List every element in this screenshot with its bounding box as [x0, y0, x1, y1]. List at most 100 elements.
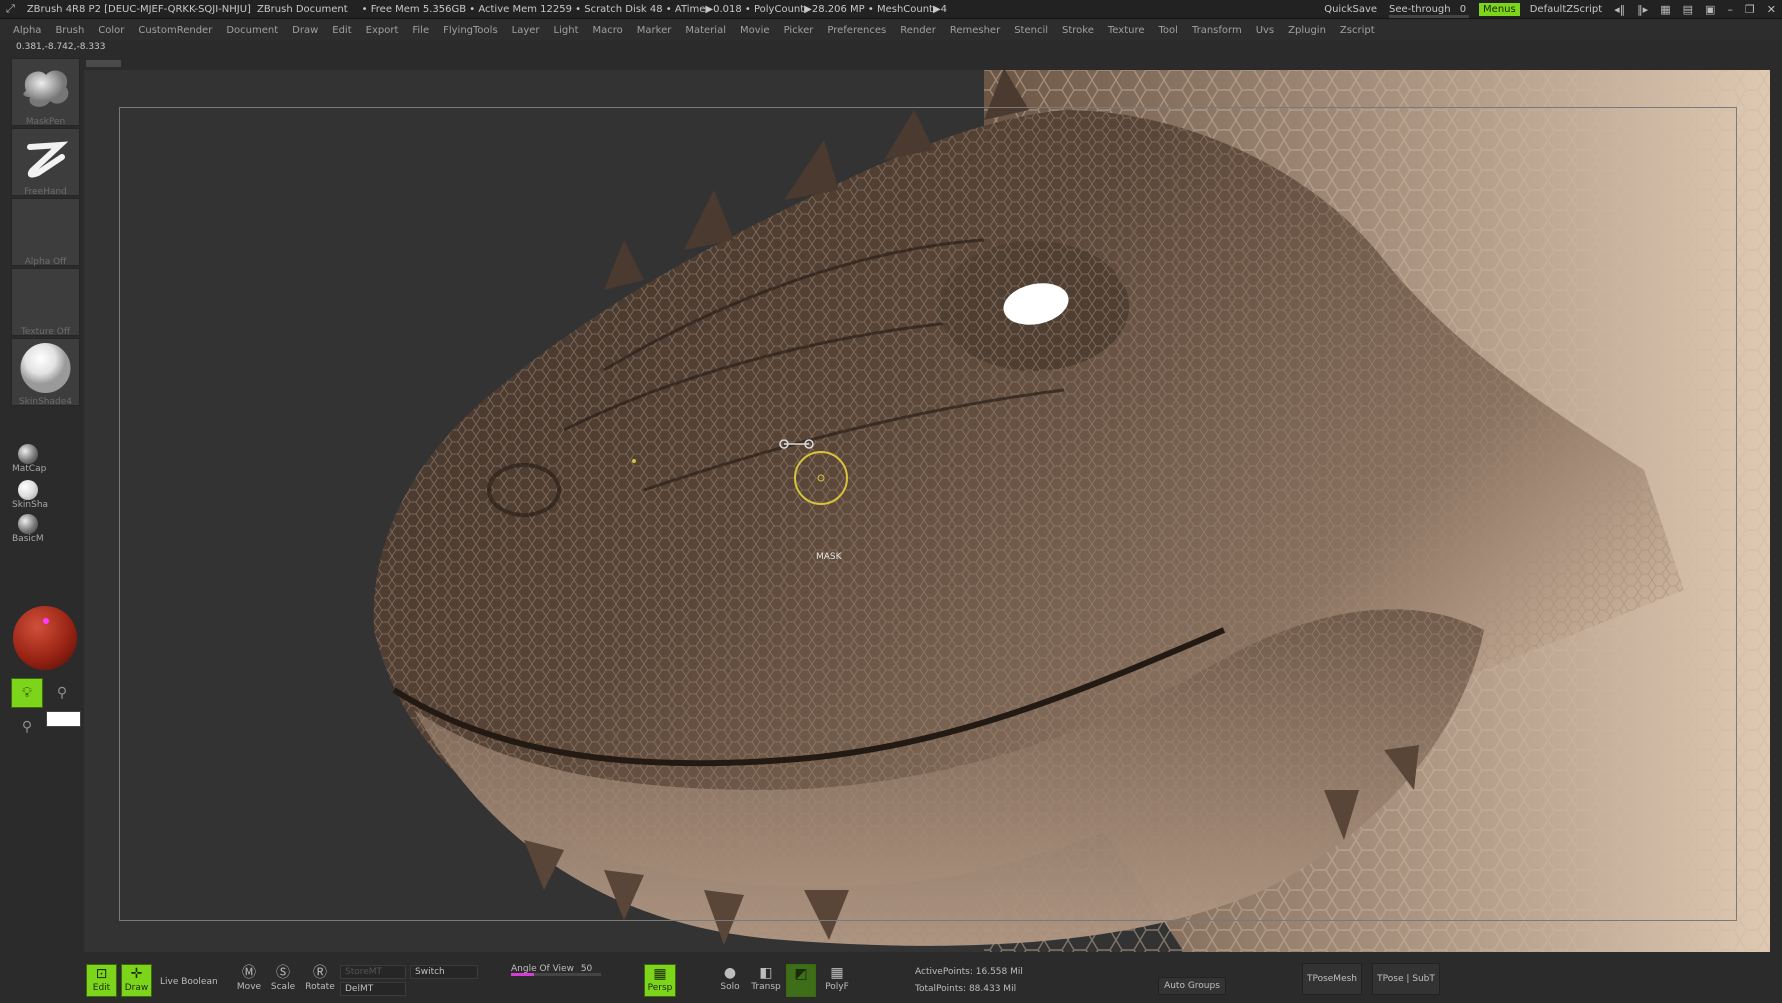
tpose-mesh-button[interactable]: TPoseMesh [1302, 963, 1362, 995]
menu-customrender[interactable]: CustomRender [138, 25, 212, 36]
menus-toggle-button[interactable]: Menus [1479, 3, 1520, 16]
menu-movie[interactable]: Movie [740, 25, 770, 36]
draw-icon: ✛ [130, 966, 143, 982]
switch-button[interactable]: Switch [410, 965, 478, 979]
material-selector[interactable]: SkinShade4 [11, 338, 80, 407]
seethrough-slider[interactable]: See-through 0 [1389, 4, 1470, 18]
alpha-selector[interactable]: Alpha Off [11, 198, 80, 267]
close-icon[interactable]: ✕ [1767, 3, 1776, 16]
menu-draw[interactable]: Draw [292, 25, 318, 36]
stroke-label: FreeHand [24, 187, 67, 197]
viewport-canvas[interactable]: MASK [84, 70, 1770, 952]
light-toggle-on[interactable]: 💡︎ [11, 678, 43, 708]
seethrough-label: See-through [1389, 4, 1451, 15]
bottom-shelf: ⊡ Edit ✛ Draw Live Boolean Ⓜ Move Ⓢ Scale Ⓡ R… [0, 955, 1782, 1003]
rotate-icon: Ⓡ [313, 965, 327, 981]
matcap-label: MatCap [12, 464, 47, 474]
rotate-label: Rotate [305, 982, 335, 992]
active-points-readout: ActivePoints: 16.558 Mil [915, 967, 1023, 977]
menu-macro[interactable]: Macro [593, 25, 623, 36]
layout-next-icon[interactable]: ‖▸ [1637, 3, 1648, 16]
menu-zscript[interactable]: Zscript [1340, 25, 1375, 36]
freehand-stroke-icon [27, 141, 69, 178]
color-picker[interactable] [13, 606, 77, 670]
texture-selector[interactable]: Texture Off [11, 268, 80, 337]
tray-tab[interactable] [86, 60, 121, 67]
scale-button[interactable]: Ⓢ Scale [268, 964, 298, 997]
menu-brush[interactable]: Brush [55, 25, 84, 36]
texture-label: Texture Off [20, 327, 71, 337]
ghost-toggle-button[interactable]: ◩ [786, 964, 816, 997]
edit-label: Edit [92, 983, 111, 993]
menu-flyingtools[interactable]: FlyingTools [443, 25, 498, 36]
seethrough-value: 0 [1459, 4, 1467, 15]
menu-layer[interactable]: Layer [512, 25, 540, 36]
lock-icon[interactable]: ▣ [1705, 3, 1715, 16]
menu-transform[interactable]: Transform [1192, 25, 1242, 36]
menu-color[interactable]: Color [98, 25, 124, 36]
tpose-subt-button[interactable]: TPose | SubT [1372, 963, 1440, 995]
left-shelf: MaskPen FreeHand Alpha Off Texture Off S… [0, 52, 84, 952]
menu-tool[interactable]: Tool [1159, 25, 1178, 36]
menu-stroke[interactable]: Stroke [1062, 25, 1094, 36]
zbrush-logo-icon: ⤢ [6, 2, 15, 15]
default-zscript-button[interactable]: DefaultZScript [1530, 4, 1602, 15]
stroke-selector[interactable]: FreeHand [11, 128, 80, 197]
move-button[interactable]: Ⓜ Move [234, 964, 264, 997]
edit-button[interactable]: ⊡ Edit [86, 964, 117, 997]
menu-uvs[interactable]: Uvs [1256, 25, 1274, 36]
ghost-icon: ◩ [794, 966, 808, 982]
restore-icon[interactable]: ❐ [1745, 3, 1755, 16]
menu-render[interactable]: Render [900, 25, 936, 36]
menu-picker[interactable]: Picker [784, 25, 814, 36]
menu-remesher[interactable]: Remesher [950, 25, 1000, 36]
menu-material[interactable]: Material [685, 25, 726, 36]
persp-button[interactable]: ▦ Persp [644, 964, 676, 997]
menu-document[interactable]: Document [226, 25, 278, 36]
draw-button[interactable]: ✛ Draw [121, 964, 152, 997]
skinshade-material[interactable]: SkinSha [12, 480, 52, 510]
menu-marker[interactable]: Marker [637, 25, 672, 36]
polyf-button[interactable]: ▦ PolyF [820, 964, 854, 997]
menu-preferences[interactable]: Preferences [827, 25, 886, 36]
brush-selector[interactable]: MaskPen [11, 58, 80, 127]
edit-icon: ⊡ [95, 966, 108, 982]
color-picker-marker[interactable] [43, 618, 49, 624]
move-icon: Ⓜ [242, 965, 256, 981]
matcap-material[interactable]: MatCap [12, 444, 52, 474]
menu-stencil[interactable]: Stencil [1014, 25, 1048, 36]
aov-track[interactable] [511, 973, 601, 976]
auto-groups-button[interactable]: Auto Groups [1158, 977, 1226, 995]
menu-texture[interactable]: Texture [1108, 25, 1145, 36]
menu-export[interactable]: Export [366, 25, 399, 36]
draw-label: Draw [124, 983, 149, 993]
ui-color-icon[interactable]: ▤ [1683, 3, 1693, 16]
menu-zplugin[interactable]: Zplugin [1288, 25, 1326, 36]
material-label: SkinShade4 [18, 397, 73, 407]
light-toggle-secondary[interactable]: ⚲ [46, 678, 78, 708]
memory-stats: • Free Mem 5.356GB • Active Mem 12259 • … [361, 3, 948, 15]
menu-file[interactable]: File [412, 25, 429, 36]
persp-label: Persp [647, 983, 673, 993]
polyf-label: PolyF [825, 982, 849, 992]
storemt-button[interactable]: StoreMT [340, 965, 406, 979]
rotate-button[interactable]: Ⓡ Rotate [304, 964, 336, 997]
basic-material[interactable]: BasicM [12, 514, 52, 544]
quicksave-button[interactable]: QuickSave [1324, 4, 1377, 15]
title-bar: ⤢ ZBrush 4R8 P2 [DEUC-MJEF-QRKK-SQJI-NHJ… [0, 0, 1782, 19]
solo-label: Solo [720, 982, 740, 992]
transp-button[interactable]: ◧ Transp [750, 964, 782, 997]
secondary-color-swatch[interactable] [46, 711, 81, 727]
menu-edit[interactable]: Edit [332, 25, 351, 36]
light-toggle-tertiary[interactable]: ⚲ [11, 712, 43, 742]
menu-light[interactable]: Light [554, 25, 579, 36]
skinshade-material-icon [20, 343, 71, 393]
live-boolean-button[interactable]: Live Boolean [160, 977, 218, 987]
solo-button[interactable]: ● Solo [714, 964, 746, 997]
minimize-icon[interactable]: – [1727, 3, 1733, 16]
delmt-button[interactable]: DelMT [340, 982, 406, 996]
right-tray-edge[interactable] [1770, 70, 1782, 952]
ui-layout-icon[interactable]: ▦ [1660, 3, 1670, 16]
menu-alpha[interactable]: Alpha [13, 25, 41, 36]
layout-prev-icon[interactable]: ◂‖ [1614, 3, 1625, 16]
